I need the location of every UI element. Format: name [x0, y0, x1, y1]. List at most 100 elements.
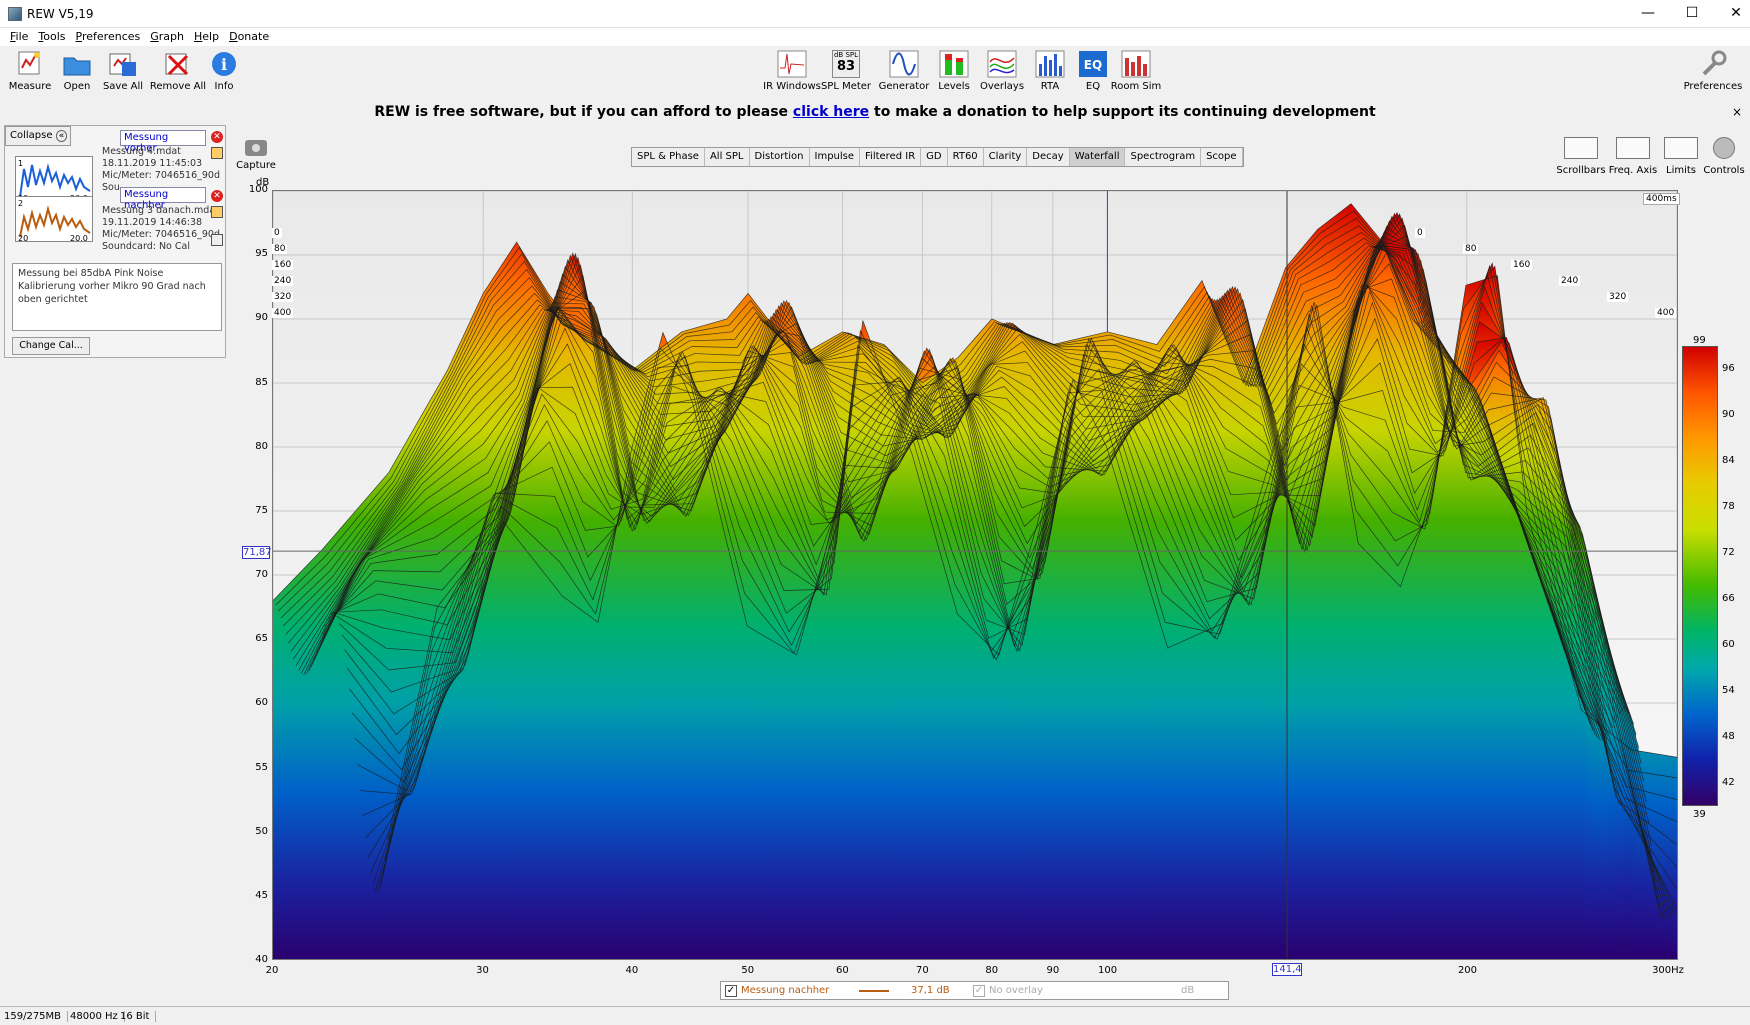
time-tick-label: 320 — [272, 292, 294, 302]
colorbar-tick-label: 42 — [1722, 777, 1735, 788]
minimize-button[interactable]: — — [1626, 0, 1670, 28]
tab-impulse[interactable]: Impulse — [810, 148, 861, 166]
cursor-y-readout: 71,87 — [242, 546, 272, 559]
legend-overlay: No overlay — [989, 985, 1043, 996]
tab-spl-phase[interactable]: SPL & Phase — [632, 148, 705, 166]
info-icon: i — [209, 50, 239, 78]
edit-chart-icon[interactable] — [211, 147, 223, 159]
save-all-button[interactable]: Save All — [93, 50, 153, 92]
tab-rt60[interactable]: RT60 — [948, 148, 984, 166]
menu-help[interactable]: Help — [194, 30, 219, 43]
delete-measurement-icon[interactable]: ✕ — [211, 190, 223, 202]
time-axis-label: 400ms — [1643, 193, 1680, 205]
measurement-notes[interactable]: Messung bei 85dbA Pink Noise Kalibrierun… — [12, 263, 222, 331]
title-bar: REW V5,19 — ☐ ✕ — [0, 0, 1750, 28]
time-tick-label: 400 — [1655, 308, 1677, 318]
ir-windows-icon — [777, 50, 807, 78]
freq-axis-button[interactable]: Freq. Axis — [1607, 137, 1659, 176]
room-sim-button[interactable]: Room Sim — [1106, 50, 1166, 92]
measurement-mic: Mic/Meter: 7046516_90d — [102, 229, 221, 240]
tab-clarity[interactable]: Clarity — [984, 148, 1028, 166]
legend-overlay-unit: dB — [1181, 985, 1195, 996]
controls-button[interactable]: Controls — [1698, 137, 1750, 176]
tab-spectrogram[interactable]: Spectrogram — [1125, 148, 1202, 166]
colorbar-tick-label: 78 — [1722, 501, 1735, 512]
scrollbars-icon — [1564, 137, 1598, 159]
close-button[interactable]: ✕ — [1714, 0, 1750, 28]
time-tick-label: 0 — [1415, 228, 1425, 238]
svg-text:20: 20 — [18, 234, 28, 242]
maximize-button[interactable]: ☐ — [1670, 0, 1714, 28]
colorbar-tick-label: 66 — [1722, 593, 1735, 604]
tab-decay[interactable]: Decay — [1027, 148, 1070, 166]
colorbar-tick-label: 54 — [1722, 685, 1735, 696]
info-button[interactable]: i Info — [194, 50, 254, 92]
colorbar-tick-label: 84 — [1722, 455, 1735, 466]
generator-icon — [889, 50, 919, 78]
folder-icon — [62, 50, 92, 78]
x-tick-label: 80 — [985, 965, 999, 976]
x-tick-label: 30 — [476, 965, 489, 976]
menu-file[interactable]: File — [10, 30, 28, 43]
tab-filtered-ir[interactable]: Filtered IR — [860, 148, 922, 166]
delete-measurement-icon[interactable]: ✕ — [211, 131, 223, 143]
menu-preferences[interactable]: Preferences — [76, 30, 141, 43]
window-title: REW V5,19 — [27, 7, 94, 21]
y-tick-label: 40 — [255, 954, 268, 965]
measure-icon — [15, 50, 45, 78]
menu-bar: File Tools Preferences Graph Help Donate — [0, 28, 1750, 46]
x-tick-label: 20 — [265, 965, 279, 976]
measurement-thumbnail-2: 2 20 20.0 — [15, 196, 93, 242]
donation-text: REW is free software, but if you can aff… — [374, 104, 793, 120]
preferences-button[interactable]: Preferences — [1682, 50, 1744, 92]
eq-icon: EQ — [1078, 50, 1108, 78]
tab-all-spl[interactable]: All SPL — [705, 148, 750, 166]
colorbar-tick-label: 60 — [1722, 639, 1735, 650]
scrollbars-button[interactable]: Scrollbars — [1555, 137, 1607, 176]
menu-graph[interactable]: Graph — [150, 30, 184, 43]
colorbar-max: 99 — [1693, 335, 1706, 346]
status-bar: 159/275MB 48000 Hz 16 Bit — [0, 1006, 1750, 1025]
limits-icon — [1664, 137, 1698, 159]
svg-text:20.0: 20.0 — [70, 234, 88, 242]
legend-checkbox-1[interactable]: ✓ — [725, 985, 737, 997]
donation-link[interactable]: click here — [793, 104, 869, 120]
x-tick-label: 50 — [741, 965, 755, 976]
waterfall-plot[interactable] — [272, 190, 1678, 960]
tab-scope[interactable]: Scope — [1201, 148, 1243, 166]
x-tick-label: 60 — [836, 965, 849, 976]
donation-banner: REW is free software, but if you can aff… — [0, 99, 1750, 125]
menu-tools[interactable]: Tools — [38, 30, 65, 43]
y-tick-label: 65 — [255, 633, 268, 645]
capture-button[interactable]: Capture — [236, 140, 276, 171]
measurement-date: 19.11.2019 14:46:38 — [102, 217, 203, 228]
measurement-name-input-2[interactable]: Messung nachher — [120, 187, 206, 211]
measurement-name-input-1[interactable]: Messung vorher — [120, 130, 206, 154]
gear-icon — [1713, 137, 1735, 159]
measurement-mic: Mic/Meter: 7046516_90d — [102, 170, 221, 181]
x-tick-label: 300Hz — [1652, 965, 1684, 976]
tab-distortion[interactable]: Distortion — [750, 148, 810, 166]
remove-icon — [163, 50, 193, 78]
change-cal-button[interactable]: Change Cal... — [12, 337, 90, 355]
colorbar-min: 39 — [1693, 809, 1706, 820]
measurement-item-1[interactable]: 12020.0 Messung vorher ✕ Messung 4.mdat … — [9, 129, 224, 202]
tab-waterfall[interactable]: Waterfall — [1069, 148, 1126, 166]
spl-meter-button[interactable]: dB SPL 83 SPL Meter — [816, 50, 876, 92]
menu-donate[interactable]: Donate — [229, 30, 269, 43]
measurement-item-2[interactable]: 2 20 20.0 Messung nachher ✕ Messung 3 dana… — [9, 187, 224, 252]
edit-chart-icon[interactable] — [211, 206, 223, 218]
overlays-icon — [987, 50, 1017, 78]
legend-checkbox-2[interactable]: ✓ — [973, 985, 985, 997]
colorbar-tick-label: 96 — [1722, 363, 1735, 374]
time-tick-label: 0 — [272, 228, 282, 238]
time-tick-label: 80 — [272, 244, 288, 254]
levels-icon — [939, 50, 969, 78]
cal-file-icon[interactable] — [211, 234, 223, 246]
tab-gd[interactable]: GD — [921, 148, 948, 166]
ir-windows-button[interactable]: IR Windows — [762, 50, 822, 92]
measurement-soundcard: Soundcard: No Cal — [102, 241, 190, 252]
legend-series-value: 37,1 dB — [911, 985, 950, 996]
close-banner-button[interactable]: × — [1732, 99, 1742, 125]
y-tick-label: 75 — [255, 504, 268, 516]
